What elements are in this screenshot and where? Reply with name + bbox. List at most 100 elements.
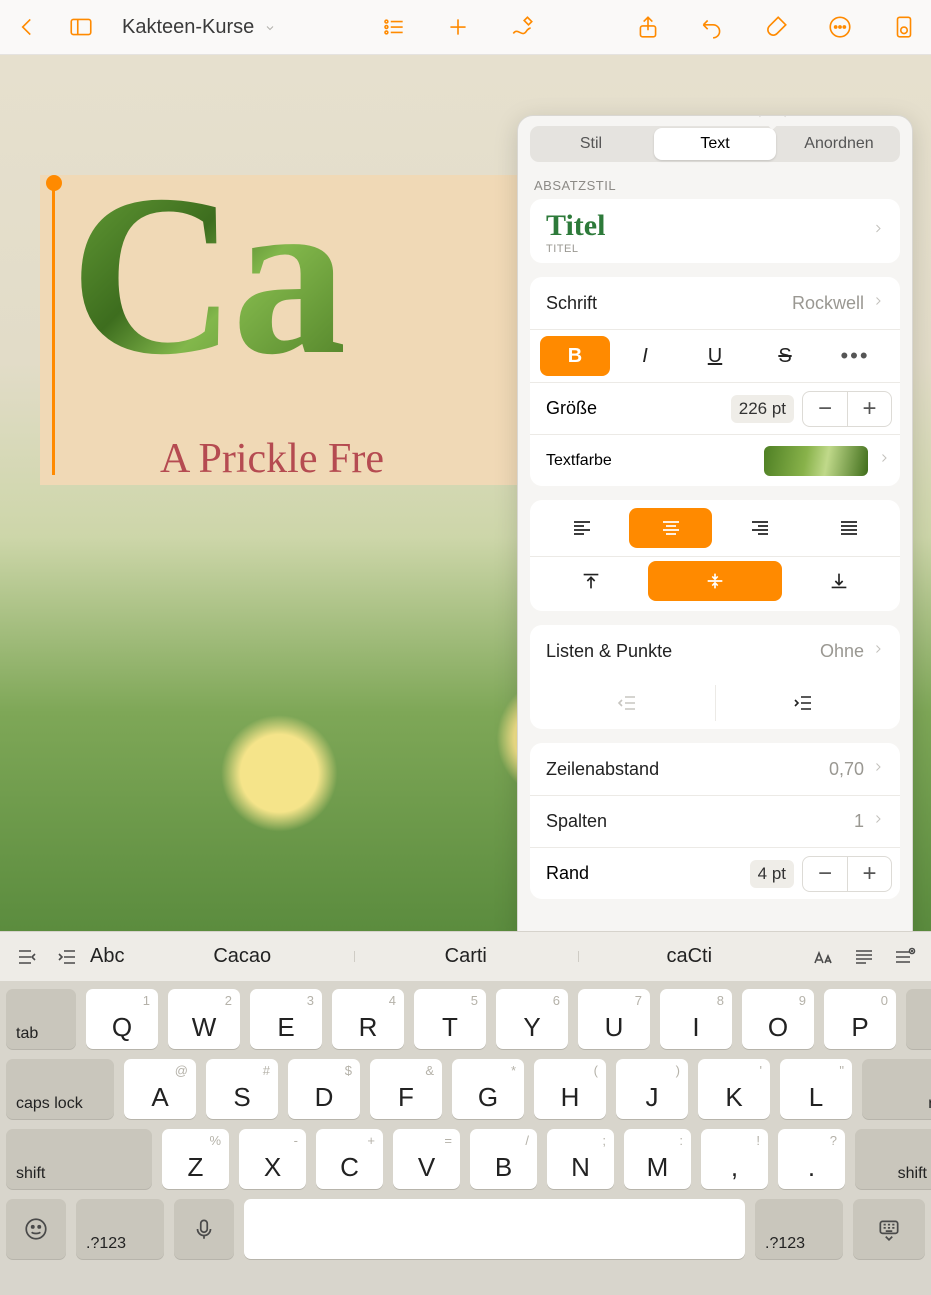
key-g[interactable]: G* [452, 1059, 524, 1119]
underline-button[interactable]: U [680, 336, 750, 376]
key-h[interactable]: H( [534, 1059, 606, 1119]
suggestion-3[interactable]: caCti [578, 945, 802, 968]
valign-bottom-button[interactable] [788, 561, 890, 601]
key-m[interactable]: M: [624, 1129, 691, 1189]
format-popover: Stil Text Anordnen ABSATZSTIL Titel TITE… [517, 115, 913, 931]
key-emoji[interactable] [6, 1199, 66, 1259]
lists-row[interactable]: Listen & Punkte Ohne [530, 625, 900, 677]
key-v[interactable]: V= [393, 1129, 460, 1189]
bold-button[interactable]: B [540, 336, 610, 376]
font-row[interactable]: Schrift Rockwell [530, 277, 900, 329]
document-options-icon[interactable] [891, 14, 917, 40]
align-center-button[interactable] [629, 508, 712, 548]
key-k[interactable]: K' [698, 1059, 770, 1119]
more-icon[interactable] [827, 14, 853, 40]
key-p[interactable]: P0 [824, 989, 896, 1049]
key-n[interactable]: N; [547, 1129, 614, 1189]
share-icon[interactable] [635, 14, 661, 40]
key-d[interactable]: D$ [288, 1059, 360, 1119]
strikethrough-button[interactable]: S [750, 336, 820, 376]
valign-middle-button[interactable] [648, 561, 781, 601]
document-title[interactable]: Kakteen-Kurse [122, 16, 280, 39]
align-justify-button[interactable] [807, 508, 890, 548]
back-icon[interactable] [14, 14, 40, 40]
margin-label: Rand [546, 863, 589, 884]
document-canvas[interactable]: Ca A Prickle Fre Stil Text Anordnen ABSA… [0, 55, 931, 931]
subtitle-text[interactable]: A Prickle Fre [160, 435, 384, 483]
outdent-button[interactable] [540, 685, 715, 721]
align-right-button[interactable] [718, 508, 801, 548]
italic-button[interactable]: I [610, 336, 680, 376]
key-t[interactable]: T5 [414, 989, 486, 1049]
more-text-options-button[interactable]: ••• [820, 336, 890, 376]
title-text[interactable]: Ca [70, 160, 343, 390]
size-increase-button[interactable]: + [847, 392, 891, 426]
align-shortcut-icon[interactable] [847, 940, 881, 974]
line-spacing-row[interactable]: Zeilenabstand 0,70 [530, 743, 900, 795]
tab-style[interactable]: Stil [530, 126, 652, 162]
key-c[interactable]: C+ [316, 1129, 383, 1189]
popover-tabs: Stil Text Anordnen [530, 126, 900, 162]
size-value[interactable]: 226 pt [731, 395, 794, 423]
key-x[interactable]: X- [239, 1129, 306, 1189]
key-i[interactable]: I8 [660, 989, 732, 1049]
key-dismiss-keyboard[interactable] [853, 1199, 925, 1259]
selection-handle[interactable] [46, 175, 62, 191]
sidebar-icon[interactable] [68, 14, 94, 40]
margin-value[interactable]: 4 pt [750, 860, 794, 888]
size-stepper: − + [802, 391, 892, 427]
key-r[interactable]: R4 [332, 989, 404, 1049]
key-,[interactable]: ,! [701, 1129, 768, 1189]
paragraph-style-row[interactable]: Titel TITEL [530, 199, 900, 263]
columns-label: Spalten [546, 811, 607, 832]
key-numbers-left[interactable]: .?123 [76, 1199, 164, 1259]
valign-top-button[interactable] [540, 561, 642, 601]
key-.[interactable]: .? [778, 1129, 845, 1189]
format-brush-icon[interactable] [763, 14, 789, 40]
key-delete[interactable]: delete [906, 989, 931, 1049]
key-shift-left[interactable]: shift [6, 1129, 152, 1189]
undo-icon[interactable] [699, 14, 725, 40]
key-numbers-right[interactable]: .?123 [755, 1199, 843, 1259]
draw-icon[interactable] [509, 14, 535, 40]
indent-button[interactable] [715, 685, 891, 721]
tab-text[interactable]: Text [654, 128, 776, 160]
text-color-row[interactable]: Textfarbe [530, 434, 900, 486]
key-b[interactable]: B/ [470, 1129, 537, 1189]
key-tab[interactable]: tab [6, 989, 76, 1049]
key-space[interactable] [244, 1199, 745, 1259]
size-decrease-button[interactable]: − [803, 392, 847, 426]
key-f[interactable]: F& [370, 1059, 442, 1119]
margin-increase-button[interactable]: + [847, 857, 891, 891]
key-u[interactable]: U7 [578, 989, 650, 1049]
margin-decrease-button[interactable]: − [803, 857, 847, 891]
lists-card: Listen & Punkte Ohne [530, 625, 900, 729]
key-capslock[interactable]: caps lock [6, 1059, 114, 1119]
text-color-swatch[interactable] [764, 446, 868, 476]
key-z[interactable]: Z% [162, 1129, 229, 1189]
key-e[interactable]: E3 [250, 989, 322, 1049]
key-l[interactable]: L" [780, 1059, 852, 1119]
key-o[interactable]: O9 [742, 989, 814, 1049]
paragraph-menu-icon[interactable] [10, 940, 44, 974]
align-left-button[interactable] [540, 508, 623, 548]
key-return[interactable]: return [862, 1059, 931, 1119]
key-y[interactable]: Y6 [496, 989, 568, 1049]
key-j[interactable]: J) [616, 1059, 688, 1119]
suggestion-2[interactable]: Carti [354, 945, 578, 968]
suggestion-1[interactable]: Cacao [130, 945, 354, 968]
key-s[interactable]: S# [206, 1059, 278, 1119]
indent-shortcut-icon[interactable] [50, 940, 84, 974]
insert-shortcut-icon[interactable] [887, 940, 921, 974]
key-q[interactable]: Q1 [86, 989, 158, 1049]
key-a[interactable]: A@ [124, 1059, 196, 1119]
key-w[interactable]: W2 [168, 989, 240, 1049]
columns-row[interactable]: Spalten 1 [530, 795, 900, 847]
list-icon[interactable] [381, 14, 407, 40]
key-dictation[interactable] [174, 1199, 234, 1259]
key-shift-right[interactable]: shift [855, 1129, 931, 1189]
abc-button[interactable]: Abc [90, 945, 124, 968]
add-icon[interactable] [445, 14, 471, 40]
font-size-icon[interactable] [807, 940, 841, 974]
tab-arrange[interactable]: Anordnen [778, 126, 900, 162]
